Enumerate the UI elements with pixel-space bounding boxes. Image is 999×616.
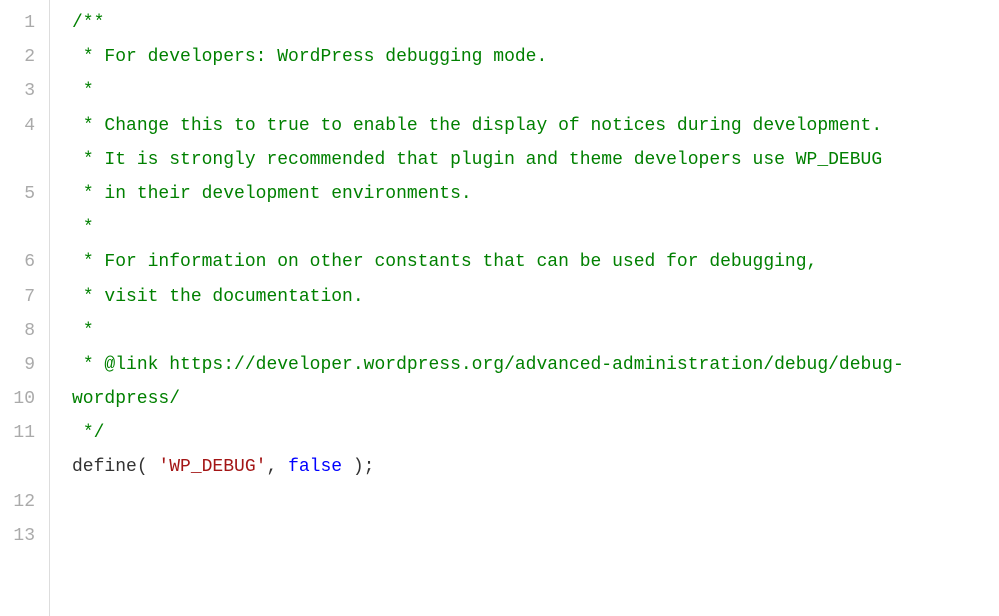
- comment-text: /**: [72, 13, 104, 33]
- line-number: 9: [0, 348, 49, 382]
- line-number: 12: [0, 485, 49, 519]
- line-number: 11: [0, 416, 49, 484]
- string-literal: 'WP_DEBUG': [158, 457, 266, 477]
- comment-text: */: [72, 423, 104, 443]
- line-number: 4: [0, 109, 49, 177]
- comment-text: * Change this to true to enable the disp…: [72, 116, 882, 136]
- punctuation: (: [137, 457, 159, 477]
- code-line: * in their development environments.: [72, 177, 999, 211]
- code-line: */: [72, 416, 999, 450]
- comment-text: * @link https://developer.wordpress.org/…: [72, 355, 904, 409]
- comment-text: * visit the documentation.: [72, 287, 364, 307]
- line-number: 1: [0, 6, 49, 40]
- code-line: * For developers: WordPress debugging mo…: [72, 40, 999, 74]
- code-line: define( 'WP_DEBUG', false );: [72, 450, 999, 484]
- code-line: * Change this to true to enable the disp…: [72, 109, 999, 143]
- comment-text: *: [72, 321, 94, 341]
- line-number: 7: [0, 280, 49, 314]
- code-line: /**: [72, 6, 999, 40]
- code-line: * For information on other constants tha…: [72, 245, 999, 279]
- code-line: *: [72, 211, 999, 245]
- code-editor[interactable]: /** * For developers: WordPress debuggin…: [50, 0, 999, 616]
- comment-text: *: [72, 81, 94, 101]
- code-line: *: [72, 74, 999, 108]
- code-line: *: [72, 314, 999, 348]
- keyword: false: [288, 457, 342, 477]
- function-name: define: [72, 457, 137, 477]
- code-line: * @link https://developer.wordpress.org/…: [72, 348, 999, 416]
- line-number: 5: [0, 177, 49, 245]
- line-number: 2: [0, 40, 49, 74]
- punctuation: );: [342, 457, 374, 477]
- line-number: 6: [0, 245, 49, 279]
- comment-text: * in their development environments.: [72, 184, 472, 204]
- line-number: 13: [0, 519, 49, 553]
- comment-text: * For information on other constants tha…: [72, 252, 817, 272]
- line-number: 10: [0, 382, 49, 416]
- line-number: 3: [0, 74, 49, 108]
- code-line: * It is strongly recommended that plugin…: [72, 143, 999, 177]
- comment-text: * For developers: WordPress debugging mo…: [72, 47, 547, 67]
- line-number-gutter: 1 2 3 4 5 6 7 8 9 10 11 12 13: [0, 0, 50, 616]
- code-line: * visit the documentation.: [72, 280, 999, 314]
- comment-text: *: [72, 218, 94, 238]
- line-number: 8: [0, 314, 49, 348]
- comment-text: * It is strongly recommended that plugin…: [72, 150, 882, 170]
- punctuation: ,: [266, 457, 288, 477]
